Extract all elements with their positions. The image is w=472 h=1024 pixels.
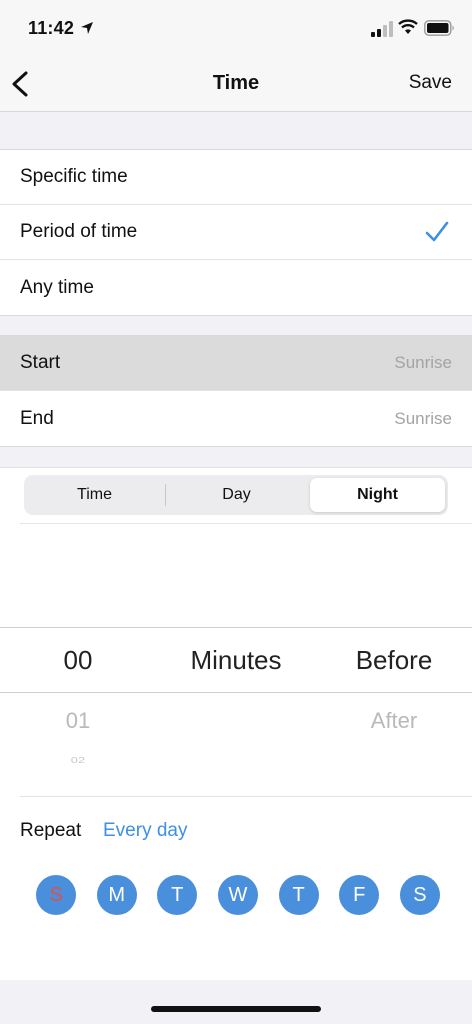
day-monday-toggle[interactable]: M	[96, 875, 137, 915]
option-label: Any time	[20, 276, 94, 298]
repeat-label: Repeat	[20, 820, 82, 841]
day-thursday-toggle[interactable]: T	[278, 875, 319, 915]
day-sunday-toggle[interactable]: S	[36, 875, 76, 915]
option-label: Specific time	[20, 166, 128, 187]
option-any-time[interactable]: Any time	[0, 260, 472, 315]
minutes-wheel-option[interactable]: 02	[28, 756, 128, 765]
day-tuesday-toggle[interactable]: T	[157, 875, 198, 915]
segment-time[interactable]: Time	[27, 478, 162, 512]
end-row[interactable]: End Sunrise	[0, 391, 472, 446]
location-arrow-icon	[81, 22, 93, 34]
repeat-value-link[interactable]: Every day	[103, 820, 187, 842]
option-label: Period of time	[20, 221, 138, 242]
weekday-selector: S M T W T F S	[36, 875, 440, 915]
relation-wheel-option[interactable]: After	[334, 708, 454, 734]
time-type-list: Specific time Period of time Any time	[0, 149, 472, 316]
picker-selection-line	[0, 692, 472, 693]
range-list: Start Sunrise End Sunrise	[0, 335, 472, 447]
end-value: Sunrise	[394, 408, 452, 428]
minutes-wheel-selected[interactable]: 00	[28, 645, 128, 676]
relation-wheel-selected[interactable]: Before	[334, 645, 454, 676]
option-specific-time[interactable]: Specific time	[0, 150, 472, 205]
status-time: 11:42	[28, 18, 75, 38]
day-wednesday-toggle[interactable]: W	[217, 875, 258, 915]
option-period-of-time[interactable]: Period of time	[0, 205, 472, 260]
time-segmented-control: Time Day Night	[24, 475, 448, 515]
day-friday-toggle[interactable]: F	[339, 875, 380, 915]
start-row[interactable]: Start Sunrise	[0, 336, 472, 391]
page-title: Time	[212, 72, 260, 94]
divider	[20, 523, 472, 524]
segment-day[interactable]: Day	[169, 478, 304, 512]
unit-wheel-selected[interactable]: Minutes	[156, 645, 316, 676]
checkmark-icon	[425, 221, 449, 242]
minutes-wheel-option[interactable]: 01	[28, 708, 128, 734]
wifi-icon	[398, 19, 418, 34]
start-label: Start	[20, 352, 61, 373]
cellular-signal-icon	[371, 21, 393, 37]
end-label: End	[20, 407, 54, 429]
segment-divider	[165, 484, 166, 506]
battery-icon	[424, 20, 454, 36]
save-button[interactable]: Save	[409, 72, 452, 94]
home-indicator	[151, 1006, 321, 1012]
day-saturday-toggle[interactable]: S	[399, 875, 440, 915]
start-value: Sunrise	[394, 353, 452, 372]
segment-night[interactable]: Night	[310, 478, 445, 512]
